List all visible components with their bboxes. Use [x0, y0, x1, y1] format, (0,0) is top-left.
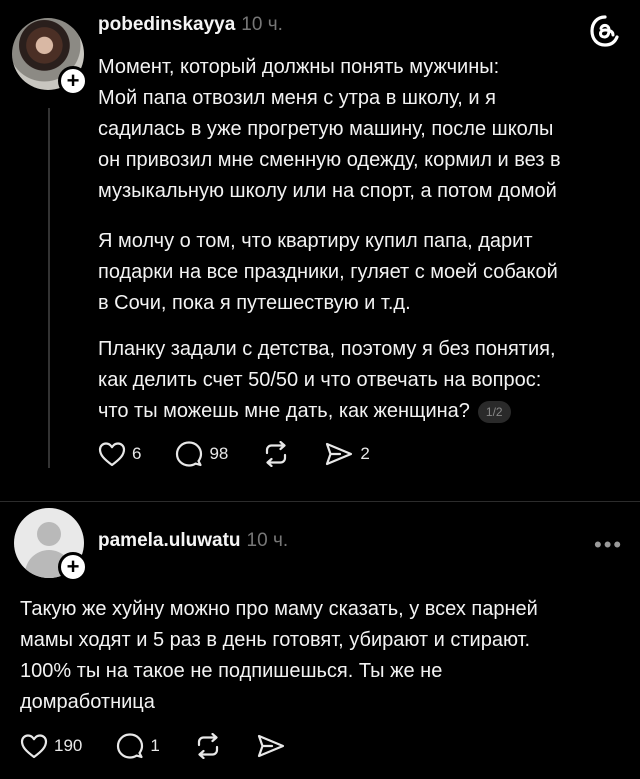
reply-share-button[interactable] — [256, 733, 286, 759]
repost-button[interactable] — [262, 441, 290, 467]
text-line-content: что ты можешь мне дать, как женщина? — [98, 400, 470, 422]
reply-repost-button[interactable] — [194, 733, 222, 759]
send-icon — [257, 734, 284, 758]
post-divider — [0, 501, 640, 502]
follow-plus-icon[interactable]: + — [58, 552, 88, 582]
post-paragraph-2: Я молчу о том, что квартиру купил папа, … — [98, 226, 558, 319]
post-paragraph-1: Момент, который должны понять мужчины: М… — [98, 52, 561, 207]
text-line: Я молчу о том, что квартиру купил папа, … — [98, 230, 533, 252]
text-line: подарки на все праздники, гуляет с моей … — [98, 261, 558, 283]
text-line: Планку задали с детства, поэтому я без п… — [98, 338, 556, 360]
follow-plus-icon[interactable]: + — [58, 66, 88, 96]
reply-actions-bar: 190 1 — [20, 732, 320, 760]
repost-icon — [266, 441, 287, 467]
reply-username[interactable]: pamela.uluwatu — [98, 530, 241, 551]
comment-bubble-icon — [176, 441, 203, 467]
heart-icon — [20, 734, 48, 759]
post-actions-bar: 6 98 2 — [98, 440, 404, 468]
reply-button[interactable]: 98 — [175, 440, 228, 468]
text-line: домработница — [20, 691, 155, 713]
send-icon — [326, 442, 353, 466]
more-options-icon[interactable]: ••• — [594, 532, 623, 558]
reply-body: Такую же хуйну можно про маму сказать, у… — [20, 594, 538, 718]
default-avatar-head — [37, 522, 61, 546]
carousel-pager-badge: 1/2 — [477, 400, 511, 423]
text-line: в Сочи, пока я путешествую и т.д. — [98, 292, 411, 314]
text-line: Мой папа отвозил меня с утра в школу, и … — [98, 87, 496, 109]
text-line: как делить счет 50/50 и что отвечать на … — [98, 369, 542, 391]
text-line: 100% ты на такое не подпишешься. Ты же н… — [20, 660, 443, 682]
like-button[interactable]: 6 — [98, 441, 141, 467]
author-username[interactable]: pobedinskayya — [98, 14, 235, 35]
threads-logo-icon[interactable] — [588, 14, 622, 48]
comment-bubble-icon — [117, 733, 144, 759]
reply-count: 98 — [209, 444, 229, 463]
thread-connector-line — [48, 108, 50, 468]
reply-reply-count: 1 — [150, 736, 160, 755]
share-count: 2 — [360, 444, 370, 463]
share-button[interactable]: 2 — [324, 441, 370, 467]
like-count: 6 — [132, 444, 142, 463]
text-line: музыкальную школу или на спорт, а потом … — [98, 180, 557, 202]
reply-author-header: pamela.uluwatu 10 ч. — [98, 530, 288, 552]
text-line: Такую же хуйну можно про маму сказать, у… — [20, 598, 538, 620]
post-timestamp: 10 ч. — [241, 14, 283, 35]
author-avatar[interactable]: + — [12, 18, 88, 96]
repost-icon — [197, 733, 218, 759]
post-paragraph-3: Планку задали с детства, поэтому я без п… — [98, 334, 556, 427]
text-line: садилась в уже прогретую машину, после ш… — [98, 118, 554, 140]
heart-icon — [98, 442, 126, 467]
text-line: что ты можешь мне дать, как женщина? 1/2 — [98, 396, 556, 427]
post-author-header: pobedinskayya 10 ч. — [98, 14, 283, 36]
text-line: он привозил мне сменную одежду, кормил и… — [98, 149, 561, 171]
reply-like-button[interactable]: 190 — [20, 733, 82, 759]
text-line: Момент, который должны понять мужчины: — [98, 56, 500, 78]
reply-reply-button[interactable]: 1 — [116, 732, 160, 760]
text-line: мамы ходят и 5 раз в день готовят, убира… — [20, 629, 531, 651]
reply-timestamp: 10 ч. — [246, 530, 289, 551]
original-post: + pobedinskayya 10 ч. Момент, который дол… — [0, 0, 640, 500]
reply-like-count: 190 — [54, 736, 83, 755]
